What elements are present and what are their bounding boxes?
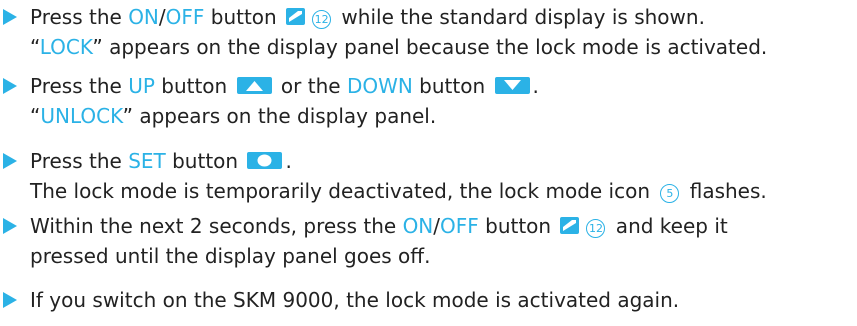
set-button-icon xyxy=(247,152,283,169)
callout-number-12: 12 xyxy=(586,219,606,238)
bullet-arrow-icon xyxy=(3,292,17,308)
bullet-arrow-icon xyxy=(3,153,17,169)
text-segment: Press the xyxy=(30,149,129,173)
callout-number-12: 12 xyxy=(312,10,332,29)
text-segment: Press the xyxy=(30,74,129,98)
step-2-line-1: Press the UP button or the DOWN button . xyxy=(30,71,539,101)
step-1-line-2: “LOCK” appears on the display panel beca… xyxy=(30,32,767,62)
off-label: OFF xyxy=(165,5,205,29)
on-label: ON xyxy=(128,5,159,29)
text-segment: or the xyxy=(274,74,347,98)
bullet-arrow-icon xyxy=(3,9,17,25)
separator: / xyxy=(158,5,166,29)
down-label: DOWN xyxy=(346,74,413,98)
text-segment: . xyxy=(285,149,292,173)
lock-display-text: LOCK xyxy=(39,35,93,59)
callout-number-5: 5 xyxy=(660,184,680,203)
text-segment: The lock mode is temporarily deactivated… xyxy=(30,179,657,203)
off-label: OFF xyxy=(440,214,479,238)
text-segment: . xyxy=(532,74,539,98)
on-off-button-icon xyxy=(286,8,306,25)
text-segment: If you switch on the SKM 9000, the lock … xyxy=(30,288,680,312)
on-label: ON xyxy=(402,214,434,238)
bullet-arrow-icon xyxy=(3,78,17,94)
text-segment: Within the next 2 seconds, press the xyxy=(30,214,403,238)
step-3-line-1: Press the SET button . xyxy=(30,146,767,176)
up-label: UP xyxy=(128,74,155,98)
text-segment: ” appears on the display panel. xyxy=(122,104,437,128)
on-off-button-icon xyxy=(560,217,580,234)
quote-open: “ xyxy=(30,104,41,128)
text-segment: button xyxy=(154,74,234,98)
text-segment: while the standard display is shown. xyxy=(335,5,705,29)
up-button-icon xyxy=(236,77,272,94)
text-segment: pressed until the display panel goes off… xyxy=(30,244,431,268)
text-segment: button xyxy=(165,149,245,173)
bullet-arrow-icon xyxy=(3,218,17,234)
text-segment: button xyxy=(412,74,492,98)
step-4-line-2: pressed until the display panel goes off… xyxy=(30,241,728,271)
text-segment: and keep it xyxy=(609,214,728,238)
step-3-line-2: The lock mode is temporarily deactivated… xyxy=(30,176,767,206)
step-5-line-1: If you switch on the SKM 9000, the lock … xyxy=(30,285,679,315)
step-4-line-1: Within the next 2 seconds, press the ON/… xyxy=(30,211,728,241)
text-segment: button xyxy=(478,214,558,238)
set-label: SET xyxy=(128,149,166,173)
text-segment: ” appears on the display panel because t… xyxy=(92,35,768,59)
step-1-line-1: Press the ON/OFF button 12 while the sta… xyxy=(30,2,767,32)
text-segment: Press the xyxy=(30,5,129,29)
text-segment: button xyxy=(204,5,284,29)
separator: / xyxy=(433,214,441,238)
text-segment: flashes. xyxy=(683,179,767,203)
unlock-display-text: UNLOCK xyxy=(40,104,123,128)
step-2-line-2: “UNLOCK” appears on the display panel. xyxy=(30,101,539,131)
down-button-icon xyxy=(494,77,530,94)
quote-open: “ xyxy=(30,35,40,59)
